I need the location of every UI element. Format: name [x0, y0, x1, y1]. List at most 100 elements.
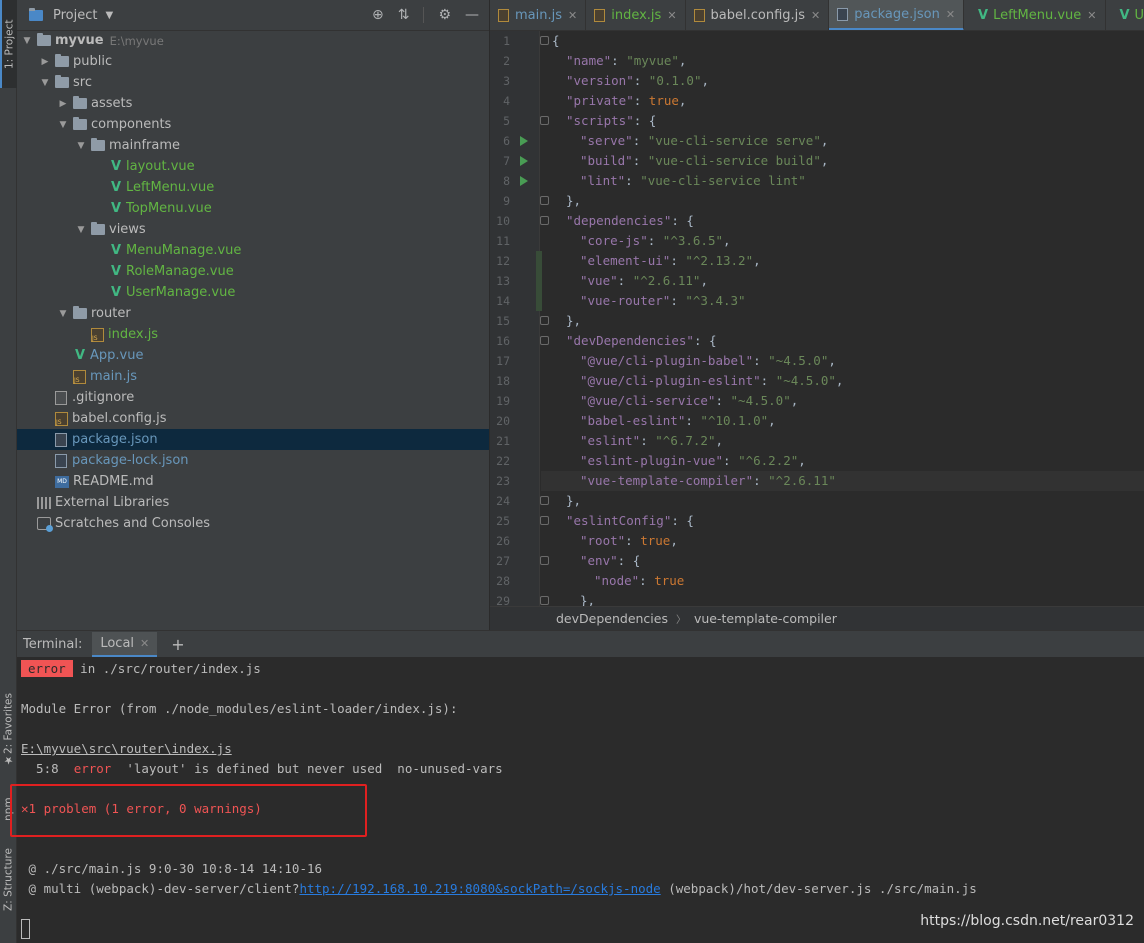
breadcrumb: devDependencies 〉 vue-template-compiler: [490, 606, 1144, 630]
fold-toggle-icon[interactable]: [540, 556, 549, 565]
json-file-icon: [837, 7, 849, 21]
line-number: 24: [496, 494, 510, 508]
expanded-arrow-icon[interactable]: ▼: [57, 120, 69, 130]
hide-panel-icon[interactable]: —: [465, 7, 479, 23]
close-icon[interactable]: ✕: [667, 9, 676, 22]
tab-babel-config-js[interactable]: babel.config.js ✕: [686, 0, 830, 30]
close-icon[interactable]: ✕: [568, 9, 577, 22]
close-icon[interactable]: ✕: [946, 8, 955, 21]
tree-item-main-js[interactable]: main.js: [17, 366, 489, 387]
expanded-arrow-icon[interactable]: ▼: [57, 309, 69, 319]
tree-item-readme-md[interactable]: MD README.md: [17, 471, 489, 492]
project-tool-tab[interactable]: 1: Project: [0, 0, 17, 88]
run-script-icon[interactable]: [520, 156, 528, 166]
tree-item-mainframe[interactable]: ▼ mainframe: [17, 135, 489, 156]
json-file-icon: [55, 453, 67, 468]
scratches-icon: [37, 517, 53, 532]
tree-item-rolemanage-vue[interactable]: V RoleManage.vue: [17, 261, 489, 282]
tree-item-package-lock-json[interactable]: package-lock.json: [17, 450, 489, 471]
folder-icon: [91, 138, 105, 151]
tree-item-external-libraries[interactable]: External Libraries: [17, 492, 489, 513]
code-line: "eslintConfig": {: [566, 511, 694, 531]
code-line: },: [580, 591, 595, 606]
code-token: ,: [715, 433, 724, 448]
expanded-arrow-icon[interactable]: ▼: [75, 225, 87, 235]
run-script-icon[interactable]: [520, 176, 528, 186]
expanded-arrow-icon[interactable]: ▼: [75, 141, 87, 151]
fold-toggle-icon[interactable]: [540, 316, 549, 325]
tree-item-router-index-js[interactable]: index.js: [17, 324, 489, 345]
tree-item-menumanage-vue[interactable]: V MenuManage.vue: [17, 240, 489, 261]
code-token: "core-js": [580, 233, 648, 248]
tree-item-scratches[interactable]: Scratches and Consoles: [17, 513, 489, 534]
code-token: "vue-template-compiler": [580, 473, 754, 488]
code-token: {: [552, 33, 560, 48]
code-token: "^2.6.11": [768, 473, 836, 488]
project-panel-title[interactable]: Project: [53, 8, 97, 23]
favorites-tool-tab[interactable]: ★ 2: Favorites: [0, 690, 17, 770]
fold-toggle-icon[interactable]: [540, 496, 549, 505]
collapsed-arrow-icon[interactable]: ▶: [57, 99, 69, 109]
terminal-file-path-link[interactable]: E:\myvue\src\router\index.js: [21, 739, 232, 759]
locate-icon[interactable]: ⊕: [372, 7, 384, 23]
tree-item-app-vue[interactable]: V App.vue: [17, 345, 489, 366]
dev-server-link[interactable]: http://192.168.10.219:8080&sockPath=/soc…: [299, 881, 660, 896]
js-file-icon: [55, 411, 68, 426]
fold-toggle-icon[interactable]: [540, 596, 549, 605]
close-icon[interactable]: ✕: [140, 637, 149, 650]
tree-item-src[interactable]: ▼ src: [17, 72, 489, 93]
breadcrumb-item[interactable]: devDependencies: [556, 611, 668, 626]
fold-toggle-icon[interactable]: [540, 36, 549, 45]
expanded-arrow-icon[interactable]: ▼: [39, 78, 51, 88]
terminal-output[interactable]: error in ./src/router/index.js Module Er…: [10, 657, 1144, 943]
code-token: :: [753, 353, 769, 368]
breadcrumb-item[interactable]: vue-template-compiler: [694, 611, 837, 626]
close-icon[interactable]: ✕: [811, 9, 820, 22]
tab-usermanage-vue[interactable]: V UserMan: [1106, 0, 1144, 30]
tree-item-components[interactable]: ▼ components: [17, 114, 489, 135]
tab-index-js[interactable]: index.js ✕: [586, 0, 686, 30]
fold-toggle-icon[interactable]: [540, 116, 549, 125]
tree-item-assets[interactable]: ▶ assets: [17, 93, 489, 114]
run-script-icon[interactable]: [520, 136, 528, 146]
line-number: 21: [496, 434, 510, 448]
tree-item-label: components: [91, 117, 172, 132]
code-token: : {: [693, 333, 717, 348]
vue-file-icon: V: [110, 180, 122, 195]
tree-item-topmenu-vue[interactable]: V TopMenu.vue: [17, 198, 489, 219]
tree-item-router[interactable]: ▼ router: [17, 303, 489, 324]
terminal-tab-local[interactable]: Local ✕: [92, 631, 158, 657]
collapse-all-icon[interactable]: ⇅: [398, 7, 410, 23]
tree-item-myvue[interactable]: ▼ myvue E:\myvue: [17, 30, 489, 51]
tree-item-leftmenu-vue[interactable]: V LeftMenu.vue: [17, 177, 489, 198]
tree-item-gitignore[interactable]: .gitignore: [17, 387, 489, 408]
fold-toggle-icon[interactable]: [540, 196, 549, 205]
code-token: "name": [566, 53, 612, 68]
tree-item-babel-config-js[interactable]: babel.config.js: [17, 408, 489, 429]
line-number: 16: [496, 334, 510, 348]
tree-item-usermanage-vue[interactable]: V UserManage.vue: [17, 282, 489, 303]
code-token: :: [670, 293, 686, 308]
tree-item-layout-vue[interactable]: V layout.vue: [17, 156, 489, 177]
tree-item-views[interactable]: ▼ views: [17, 219, 489, 240]
tab-main-js[interactable]: main.js ✕: [490, 0, 587, 30]
line-number: 5: [503, 114, 510, 128]
code-token: "eslintConfig": [566, 513, 672, 528]
fold-toggle-icon[interactable]: [540, 336, 549, 345]
structure-tool-tab[interactable]: Z: Structure: [0, 845, 17, 915]
fold-toggle-icon[interactable]: [540, 516, 549, 525]
code-editor[interactable]: 1 2 3 4 5 6 7 8 9 10 11 12 13 14 15 16 17 18 19 20 21 22 23 24 2…: [490, 31, 1144, 606]
tab-package-json[interactable]: package.json ✕: [829, 0, 965, 30]
close-icon[interactable]: ✕: [1087, 9, 1096, 22]
collapsed-arrow-icon[interactable]: ▶: [39, 57, 51, 67]
code-token: :: [617, 273, 633, 288]
fold-toggle-icon[interactable]: [540, 216, 549, 225]
expanded-arrow-icon[interactable]: ▼: [21, 36, 33, 46]
chevron-down-icon[interactable]: ▼: [105, 10, 113, 21]
tab-leftmenu-vue[interactable]: V LeftMenu.vue ✕: [964, 0, 1106, 30]
structure-tool-tab-label: Z: Structure: [2, 848, 15, 912]
new-terminal-plus-icon[interactable]: +: [171, 635, 184, 654]
gear-icon[interactable]: ⚙: [438, 7, 451, 23]
tree-item-package-json[interactable]: package.json: [17, 429, 489, 450]
tree-item-public[interactable]: ▶ public: [17, 51, 489, 72]
